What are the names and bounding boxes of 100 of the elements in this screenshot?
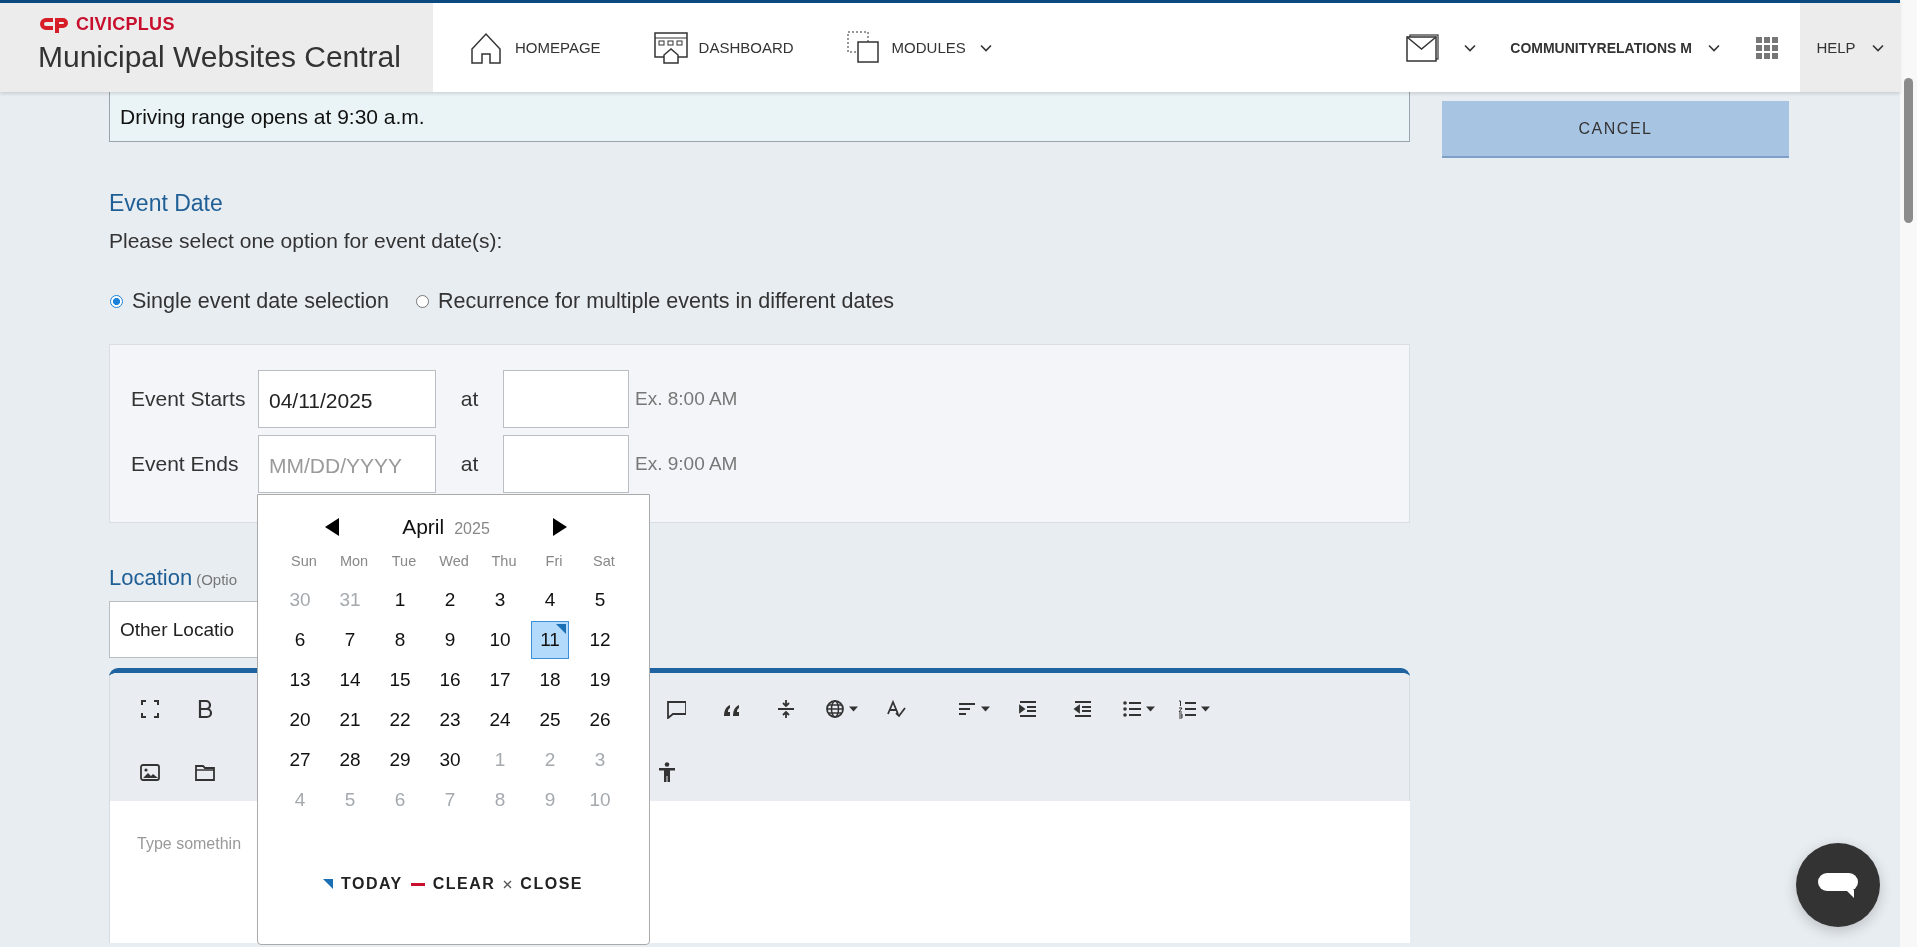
day-cell[interactable]: 21 <box>331 701 369 739</box>
day-cell[interactable]: 22 <box>381 701 419 739</box>
weekday-label: Thu <box>490 552 518 571</box>
caret-icon <box>980 706 990 712</box>
picker-action[interactable]: TODAY <box>341 875 403 893</box>
accessibility-icon <box>657 762 677 782</box>
time-field[interactable] <box>503 370 629 428</box>
numbered-list-icon <box>1176 699 1197 719</box>
day-cell[interactable]: 4 <box>531 581 569 619</box>
day-cell[interactable]: 23 <box>431 701 469 739</box>
caret-icon <box>1708 43 1720 52</box>
globe-icon <box>824 699 845 719</box>
nav-link[interactable]: HOMEPAGE <box>469 29 627 66</box>
day-cell[interactable]: 14 <box>331 661 369 699</box>
year-label: 2025 <box>454 520 490 538</box>
day-cell[interactable]: 3 <box>481 581 519 619</box>
day-cell[interactable]: 17 <box>481 661 519 699</box>
day-cell[interactable]: 19 <box>581 661 619 699</box>
caret-icon <box>1464 43 1477 52</box>
weekday-label: Tue <box>390 552 418 571</box>
caret-icon <box>848 706 858 712</box>
help-menu[interactable]: HELP <box>1800 3 1900 92</box>
chat-button[interactable] <box>1796 843 1880 927</box>
day-cell[interactable]: 25 <box>531 701 569 739</box>
day-cell[interactable]: 24 <box>481 701 519 739</box>
picker-action[interactable]: CLEAR <box>432 875 496 893</box>
cancel-button[interactable]: CANCEL <box>1442 101 1789 158</box>
site-title: Municipal Websites Central <box>38 40 402 74</box>
outdent-icon <box>1073 699 1093 719</box>
radio-option[interactable]: Single event date selection <box>109 289 389 314</box>
weekday-label: Wed <box>438 552 470 571</box>
weekday-label: Sat <box>592 552 616 571</box>
day-cell[interactable]: 29 <box>381 741 419 779</box>
nav-link[interactable]: MODULES <box>845 29 992 66</box>
day-cell[interactable]: 11 <box>531 621 569 659</box>
dash-icon <box>410 882 425 886</box>
folder-icon <box>195 762 215 782</box>
previous-month-icon[interactable] <box>325 518 339 536</box>
section-heading: Event Date <box>109 190 224 217</box>
nav-link[interactable]: DASHBOARD <box>652 29 820 66</box>
day-cell[interactable]: 15 <box>381 661 419 699</box>
day-cell[interactable]: 12 <box>581 621 619 659</box>
day-cell[interactable]: 8 <box>381 621 419 659</box>
example-hint: Ex. 8:00 AM <box>635 388 738 410</box>
location-dropdown[interactable]: Other Locatio <box>109 601 257 658</box>
today-marker-icon <box>556 624 566 634</box>
day-cell[interactable]: 20 <box>281 701 319 739</box>
date-field[interactable]: 04/11/2025 <box>258 370 436 428</box>
spellcheck-icon <box>886 699 906 719</box>
fullscreen-icon <box>140 699 160 719</box>
squares-icon <box>845 29 882 66</box>
caret-icon <box>1145 706 1155 712</box>
indent-icon <box>1018 699 1038 719</box>
weekday-label: Fri <box>544 552 564 571</box>
image-icon <box>140 762 160 782</box>
day-cell[interactable]: 28 <box>331 741 369 779</box>
brand-name: CIVICPLUS <box>76 14 175 35</box>
day-cell[interactable]: 1 <box>381 581 419 619</box>
example-hint: Ex. 9:00 AM <box>635 453 738 475</box>
logo-icon <box>40 15 70 34</box>
date-field[interactable]: MM/DD/YYYY <box>258 435 436 493</box>
day-cell[interactable]: 27 <box>281 741 319 779</box>
section-heading: Location <box>109 565 193 591</box>
today-marker-icon <box>323 879 333 889</box>
optional-hint: (Optio <box>196 571 238 588</box>
caret-icon <box>1200 706 1210 712</box>
editor-placeholder: Type somethin <box>137 835 242 852</box>
weekday-label: Mon <box>338 552 370 571</box>
day-cell[interactable]: 18 <box>531 661 569 699</box>
prompt-text: Please select one option for event date(s): <box>109 229 504 253</box>
field-label: Event Ends <box>131 452 240 476</box>
radio-option[interactable]: Recurrence for multiple events in different dates <box>415 289 895 314</box>
day-cell[interactable]: 30 <box>431 741 469 779</box>
day-cell[interactable]: 10 <box>481 621 519 659</box>
day-cell[interactable]: 7 <box>331 621 369 659</box>
apps-grid-icon[interactable] <box>1756 36 1778 59</box>
messages-button[interactable] <box>1406 33 1477 62</box>
bulleted-list-icon <box>1121 699 1142 719</box>
at-label: at <box>459 452 480 476</box>
field-label: Event Starts <box>131 387 247 411</box>
day-cell[interactable]: 16 <box>431 661 469 699</box>
at-label: at <box>459 387 480 411</box>
radio-button[interactable] <box>110 295 123 308</box>
next-month-icon[interactable] <box>553 518 567 536</box>
scrollbar[interactable] <box>1900 0 1917 947</box>
compress-icon <box>776 699 796 719</box>
user-menu[interactable]: COMMUNITYRELATIONS M <box>1510 39 1720 56</box>
day-cell[interactable]: 6 <box>281 621 319 659</box>
day-cell[interactable]: 9 <box>431 621 469 659</box>
day-cell[interactable]: 13 <box>281 661 319 699</box>
day-cell[interactable]: 2 <box>431 581 469 619</box>
day-cell[interactable]: 5 <box>581 581 619 619</box>
chat-bubble-icon <box>1816 870 1860 900</box>
time-field[interactable] <box>503 435 629 493</box>
picker-action[interactable]: CLOSE <box>520 875 583 893</box>
caret-icon <box>1871 43 1884 52</box>
radio-button[interactable] <box>416 295 429 308</box>
day-cell[interactable]: 26 <box>581 701 619 739</box>
speech-bubble-icon <box>666 699 686 719</box>
close-icon <box>503 879 513 889</box>
